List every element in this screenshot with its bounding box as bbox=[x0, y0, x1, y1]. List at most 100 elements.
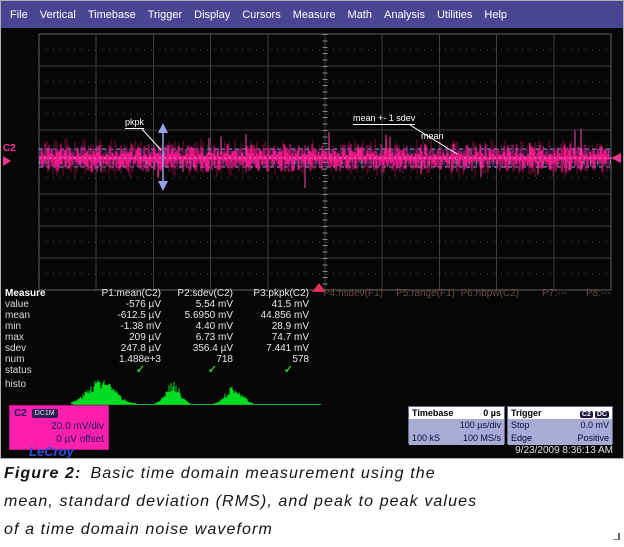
timebase-title: Timebase bbox=[412, 407, 453, 419]
histogram-display bbox=[71, 380, 331, 406]
measure-column-header[interactable]: P4:hsdev(F1) bbox=[309, 288, 383, 299]
measure-cell bbox=[519, 321, 567, 332]
measure-cell bbox=[567, 343, 611, 354]
measure-cell bbox=[383, 343, 455, 354]
measure-row-label: status bbox=[5, 365, 65, 376]
measure-cell: 28.9 mV bbox=[233, 321, 309, 332]
waveform-plot bbox=[1, 1, 624, 460]
trigger-title: Trigger bbox=[511, 407, 542, 419]
measure-cell bbox=[309, 343, 383, 354]
channel-name: C2 bbox=[14, 407, 27, 420]
measure-column-header[interactable]: P3:pkpk(C2) bbox=[233, 288, 309, 299]
menu-item-utilities[interactable]: Utilities bbox=[437, 9, 472, 21]
menu-item-file[interactable]: File bbox=[10, 9, 28, 21]
measure-cell bbox=[519, 343, 567, 354]
status-check bbox=[383, 365, 455, 376]
measure-cell bbox=[383, 354, 455, 365]
mean-sdev-annotation-label: mean +- 1 sdev bbox=[353, 113, 415, 125]
measure-cell: 41.5 mV bbox=[233, 299, 309, 310]
measure-cell bbox=[567, 354, 611, 365]
status-check bbox=[309, 365, 383, 376]
measure-cell: 74.7 mV bbox=[233, 332, 309, 343]
channel-axis-label: C2 bbox=[3, 143, 16, 154]
menu-item-cursors[interactable]: Cursors bbox=[242, 9, 281, 21]
measure-cell bbox=[309, 321, 383, 332]
trigger-mode: Stop bbox=[511, 419, 530, 432]
pkpk-annotation-label: pkpk bbox=[125, 117, 144, 129]
timebase-rate: 100 MS/s bbox=[463, 432, 501, 445]
measure-cell bbox=[519, 299, 567, 310]
measure-column-header[interactable]: P2:sdev(C2) bbox=[161, 288, 233, 299]
measure-column-header[interactable]: P8:--- bbox=[567, 288, 611, 299]
histo-row-label: histo bbox=[5, 379, 26, 390]
measure-row-label: value bbox=[5, 299, 65, 310]
channel-zero-marker bbox=[3, 156, 11, 166]
measure-cell bbox=[519, 354, 567, 365]
measure-cell bbox=[383, 299, 455, 310]
caption-line-2: mean, standard deviation (RMS), and peak… bbox=[4, 493, 477, 510]
menu-item-math[interactable]: Math bbox=[348, 9, 372, 21]
measure-cell: 578 bbox=[233, 354, 309, 365]
menu-item-measure[interactable]: Measure bbox=[293, 9, 336, 21]
measure-cell: 718 bbox=[161, 354, 233, 365]
mean-annotation: mean bbox=[421, 131, 444, 141]
trigger-panel[interactable]: Trigger C2DC Stop 0.0 mV Edge Positive bbox=[507, 406, 613, 444]
mean-sdev-annotation: mean +- 1 sdev bbox=[353, 113, 415, 123]
measure-column-header[interactable]: P7:--- bbox=[519, 288, 567, 299]
coupling-badge: DC1M bbox=[32, 409, 58, 418]
status-check bbox=[519, 365, 567, 376]
measure-cell: 1.488e+3 bbox=[65, 354, 161, 365]
histogram-traces bbox=[71, 380, 321, 405]
trigger-source-badge: C2 bbox=[580, 411, 593, 418]
timebase-position: 0 µs bbox=[483, 407, 501, 419]
measure-cell: -1.38 mV bbox=[65, 321, 161, 332]
trigger-slope: Positive bbox=[577, 432, 609, 445]
measure-cell bbox=[567, 332, 611, 343]
measure-cell bbox=[383, 332, 455, 343]
measure-cell bbox=[309, 299, 383, 310]
measure-cell: 4.40 mV bbox=[161, 321, 233, 332]
pkpk-annotation: pkpk bbox=[125, 117, 144, 127]
status-check bbox=[455, 365, 519, 376]
menu-item-timebase[interactable]: Timebase bbox=[88, 9, 136, 21]
trigger-level: 0.0 mV bbox=[580, 419, 609, 432]
trigger-coupling-badge: DC bbox=[595, 411, 609, 418]
measure-cell: -612.5 µV bbox=[65, 310, 161, 321]
status-check bbox=[567, 365, 611, 376]
channel-scale: 20.0 mV/div bbox=[14, 420, 104, 433]
measure-column-header[interactable]: P1:mean(C2) bbox=[65, 288, 161, 299]
trigger-level-marker bbox=[611, 153, 621, 163]
measure-cell bbox=[309, 354, 383, 365]
measure-cell bbox=[309, 332, 383, 343]
timebase-samples: 100 kS bbox=[412, 432, 440, 445]
measure-column-header[interactable]: P6:nbpw(C2) bbox=[455, 288, 519, 299]
measure-cell bbox=[455, 343, 519, 354]
trigger-source-badges: C2DC bbox=[578, 407, 609, 419]
figure-caption: Figure 2:Basic time domain measurement u… bbox=[4, 460, 477, 544]
measure-cell: 209 µV bbox=[65, 332, 161, 343]
cursor-artifact bbox=[613, 533, 620, 540]
pkpk-arrow bbox=[158, 123, 168, 191]
measure-cell bbox=[455, 321, 519, 332]
measure-cell bbox=[383, 310, 455, 321]
menu-item-trigger[interactable]: Trigger bbox=[148, 9, 182, 21]
menu-item-vertical[interactable]: Vertical bbox=[40, 9, 76, 21]
menubar: File Vertical Timebase Trigger Display Cursor… bbox=[1, 1, 623, 28]
measure-cell bbox=[455, 310, 519, 321]
measure-cell bbox=[455, 354, 519, 365]
measure-cell: 6.73 mV bbox=[161, 332, 233, 343]
measure-cell bbox=[455, 332, 519, 343]
timebase-panel[interactable]: Timebase 0 µs 100 µs/div 100 kS 100 MS/s bbox=[408, 406, 505, 444]
oscilloscope-screen: File Vertical Timebase Trigger Display Cursor… bbox=[0, 0, 624, 459]
measure-row-label: mean bbox=[5, 310, 65, 321]
measure-cell: -576 µV bbox=[65, 299, 161, 310]
measure-column-header[interactable]: P5:range(F1) bbox=[383, 288, 455, 299]
annotation-callouts bbox=[142, 125, 457, 154]
lecroy-logo: LeCroy bbox=[29, 444, 74, 459]
measure-cell bbox=[383, 321, 455, 332]
figure-label: Figure 2: bbox=[4, 465, 81, 482]
menu-item-analysis[interactable]: Analysis bbox=[384, 9, 425, 21]
menu-item-display[interactable]: Display bbox=[194, 9, 230, 21]
measure-cell bbox=[567, 310, 611, 321]
menu-item-help[interactable]: Help bbox=[484, 9, 507, 21]
